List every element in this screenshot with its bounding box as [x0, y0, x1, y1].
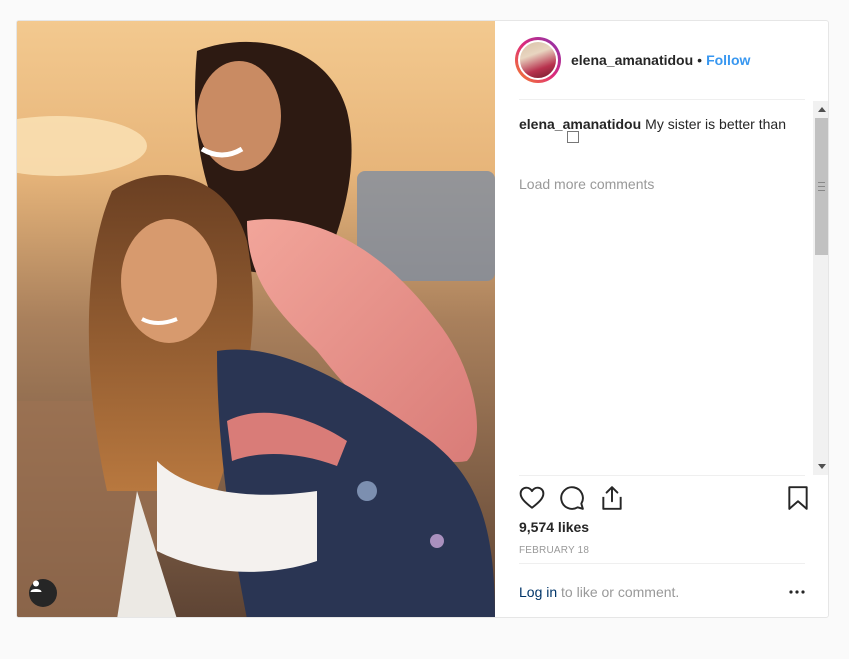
caption-username-link[interactable]: elena_amanatidou	[519, 116, 641, 132]
post-header: elena_amanatidou • Follow	[495, 21, 828, 99]
more-options-button[interactable]	[788, 584, 806, 600]
login-link[interactable]: Log in	[519, 584, 557, 600]
grip-icon	[818, 182, 825, 191]
share-icon	[602, 486, 622, 510]
separator-dot: •	[697, 52, 703, 68]
photo-illustration	[17, 21, 495, 617]
header-text: elena_amanatidou • Follow	[571, 52, 750, 68]
heart-icon	[519, 486, 545, 509]
divider	[519, 563, 805, 564]
caption: elena_amanatidou My sister is better than	[519, 115, 804, 133]
caption-text: My sister is better than	[645, 116, 786, 132]
divider	[519, 475, 805, 476]
follow-button[interactable]: Follow	[706, 52, 750, 68]
scroll-down-arrow-icon[interactable]	[813, 458, 828, 475]
scroll-up-arrow-icon[interactable]	[813, 101, 828, 118]
avatar-ring[interactable]	[515, 37, 561, 83]
like-button[interactable]	[519, 485, 545, 511]
avatar[interactable]	[518, 40, 558, 80]
bookmark-icon	[788, 486, 808, 510]
likes-count[interactable]: 9,574 likes	[519, 519, 589, 535]
action-bar	[519, 485, 810, 513]
comments-scrollbar[interactable]	[813, 101, 828, 475]
share-button[interactable]	[599, 485, 625, 511]
comment-button[interactable]	[559, 485, 585, 511]
scrollbar-thumb[interactable]	[815, 118, 828, 255]
user-icon	[30, 580, 42, 592]
login-prompt-text: to like or comment.	[557, 584, 680, 600]
header-username-link[interactable]: elena_amanatidou	[571, 52, 693, 68]
post-date[interactable]: FEBRUARY 18	[519, 545, 589, 556]
user-tag-button[interactable]	[29, 579, 57, 607]
login-prompt: Log in to like or comment.	[519, 584, 679, 600]
more-dots-icon	[789, 590, 805, 594]
missing-emoji-glyph	[567, 131, 579, 143]
load-more-comments-button[interactable]: Load more comments	[519, 176, 654, 192]
comment-icon	[560, 486, 584, 510]
post-card: elena_amanatidou • Follow elena_amanatidou…	[16, 20, 829, 618]
post-sidebar: elena_amanatidou • Follow elena_amanatidou…	[495, 21, 828, 617]
post-photo[interactable]	[17, 21, 495, 617]
divider	[519, 99, 805, 100]
comments-area: elena_amanatidou My sister is better than…	[519, 101, 810, 475]
save-button[interactable]	[785, 485, 811, 511]
